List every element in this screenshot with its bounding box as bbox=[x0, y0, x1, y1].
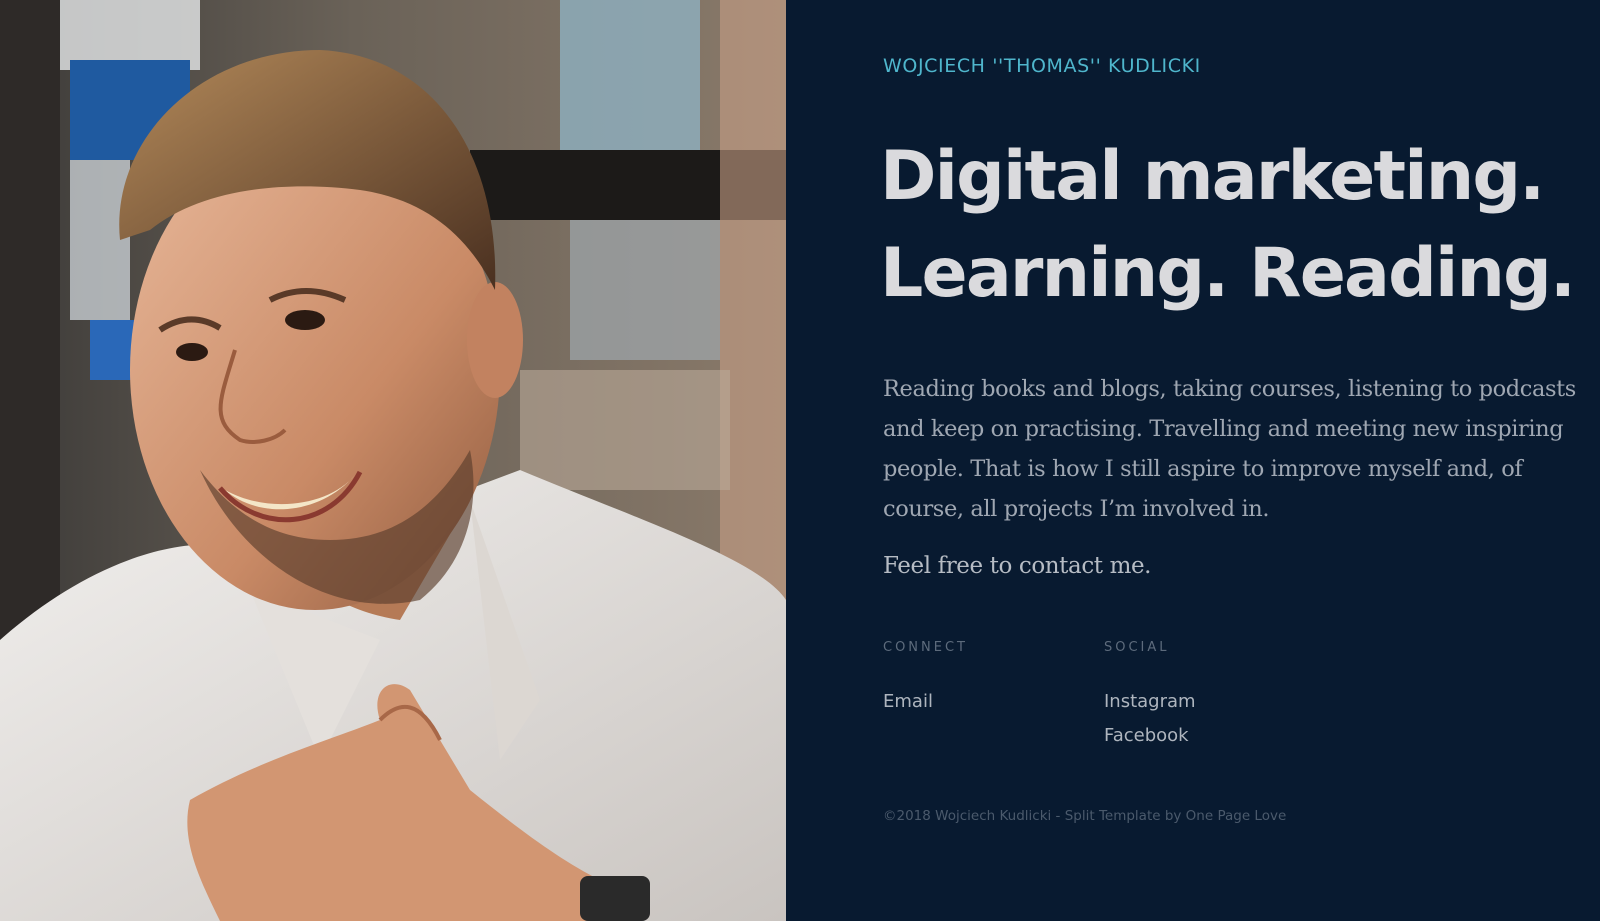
contact-invitation: Feel free to contact me. bbox=[883, 553, 1152, 579]
site-brand-link[interactable]: WOJCIECH ''THOMAS'' KUDLICKI bbox=[883, 55, 1201, 77]
instagram-link[interactable]: Instagram bbox=[1104, 685, 1196, 719]
footer-copyright: ©2018 Wojciech Kudlicki - Split Template… bbox=[883, 808, 1287, 824]
headline-line-2: Learning. Reading. bbox=[880, 234, 1576, 313]
facebook-link[interactable]: Facebook bbox=[1104, 719, 1196, 753]
social-title: SOCIAL bbox=[1104, 640, 1170, 655]
headline: Digital marketing. Learning. Reading. bbox=[880, 128, 1576, 322]
content-panel: WOJCIECH ''THOMAS'' KUDLICKI Digital mar… bbox=[786, 0, 1600, 921]
portrait-photo bbox=[0, 0, 786, 921]
social-section: SOCIAL Instagram Facebook bbox=[1104, 640, 1196, 753]
page: WOJCIECH ''THOMAS'' KUDLICKI Digital mar… bbox=[0, 0, 1600, 921]
connect-section: CONNECT Email bbox=[883, 640, 968, 719]
headline-line-1: Digital marketing. bbox=[880, 137, 1545, 216]
connect-title: CONNECT bbox=[883, 640, 968, 655]
email-link[interactable]: Email bbox=[883, 685, 968, 719]
bio-paragraph: Reading books and blogs, taking courses,… bbox=[883, 376, 1576, 522]
